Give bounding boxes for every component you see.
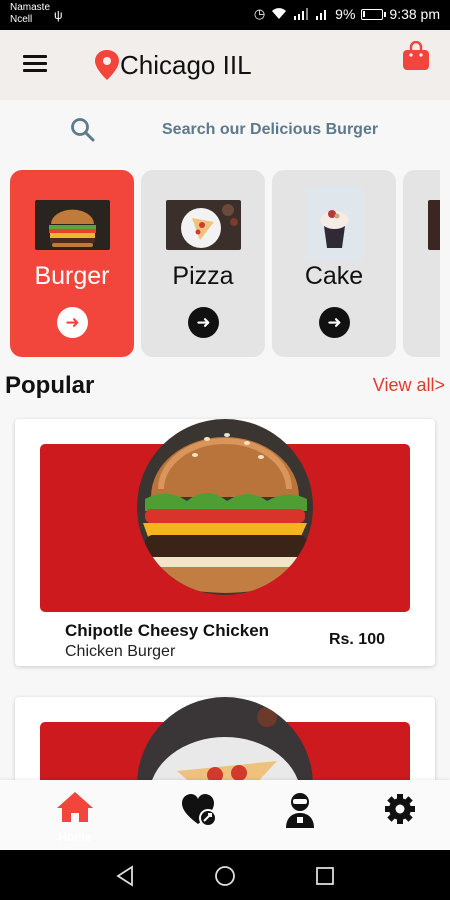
- bottom-navigation: Home: [0, 780, 450, 850]
- product-name: Chipotle Cheesy Chicken: [65, 621, 270, 640]
- section-title: Popular: [5, 372, 95, 399]
- arrow-right-icon[interactable]: ➜: [319, 307, 350, 338]
- app-header: Chicago IIL: [0, 30, 450, 100]
- signal-icon-secondary: [316, 10, 327, 20]
- nav-favorites[interactable]: [180, 790, 220, 840]
- category-label: Pizza: [172, 262, 234, 290]
- menu-button[interactable]: [23, 55, 47, 75]
- settings-icon: [385, 794, 415, 824]
- nav-home[interactable]: Home: [55, 790, 95, 844]
- category-card-burger[interactable]: Burger ➜: [10, 170, 134, 357]
- location-pin-icon: [95, 50, 119, 80]
- status-indicators: ◷ 9% 9:38 pm: [254, 6, 440, 22]
- location-title[interactable]: Chicago IIL: [120, 50, 252, 80]
- arrow-right-icon[interactable]: ➜: [57, 307, 88, 338]
- carrier-info: Namaste Ncell: [10, 2, 50, 26]
- system-navigation: [0, 850, 450, 900]
- menu-icon-bar: [23, 62, 47, 65]
- category-thumbnail: [428, 200, 440, 250]
- search-icon: [71, 118, 95, 142]
- battery-icon: [361, 8, 387, 20]
- battery-fill: [363, 10, 366, 17]
- battery-percent: 9%: [335, 6, 356, 22]
- cake-thumbnail: [306, 186, 363, 261]
- nav-profile[interactable]: [280, 790, 320, 840]
- usb-icon: ψ: [54, 8, 63, 22]
- nav-settings[interactable]: [380, 790, 420, 840]
- app-screen: Namaste Ncell ψ ◷ 9% 9:38 pm Chicago IIL: [0, 0, 450, 900]
- menu-icon-bar: [23, 69, 47, 72]
- home-icon: [57, 792, 93, 822]
- product-card[interactable]: Chipotle Cheesy Chicken Chicken Burger R…: [15, 419, 435, 666]
- category-card-cake[interactable]: Cake ➜: [272, 170, 396, 357]
- search-input[interactable]: Search our Delicious Burger: [162, 121, 378, 139]
- product-category: Chicken Burger: [65, 643, 176, 660]
- home-button-icon[interactable]: [214, 865, 236, 887]
- nav-home-label: Home: [58, 830, 92, 844]
- menu-icon-bar: [23, 55, 47, 58]
- category-card-pizza[interactable]: Pizza ➜: [141, 170, 265, 357]
- back-icon[interactable]: [114, 865, 136, 887]
- carrier-network: Ncell: [10, 14, 33, 25]
- clock: 9:38 pm: [389, 6, 440, 22]
- signal-icon: [294, 8, 309, 20]
- category-label: Cake: [304, 262, 364, 290]
- burger-thumbnail: [35, 200, 110, 250]
- pizza-thumbnail: [166, 200, 241, 250]
- alarm-icon: ◷: [253, 6, 266, 21]
- view-all-link[interactable]: View all>: [373, 375, 445, 396]
- burger-image: [137, 419, 313, 595]
- arrow-right-icon[interactable]: ➜: [188, 307, 219, 338]
- status-bar: Namaste Ncell ψ ◷ 9% 9:38 pm: [0, 0, 450, 30]
- category-card-more[interactable]: [403, 170, 440, 357]
- profile-icon: [286, 793, 314, 828]
- category-list: Burger ➜ Pizza ➜ Cake ➜: [10, 170, 440, 358]
- carrier-name: Namaste: [10, 2, 51, 13]
- product-price: Rs. 100: [328, 631, 385, 648]
- search-bar[interactable]: Search our Delicious Burger: [0, 100, 450, 160]
- favorite-icon: [182, 794, 217, 827]
- wifi-icon: [272, 8, 287, 19]
- category-label: Burger: [34, 262, 110, 290]
- recent-apps-icon[interactable]: [314, 865, 336, 887]
- shopping-bag-icon[interactable]: [402, 41, 430, 71]
